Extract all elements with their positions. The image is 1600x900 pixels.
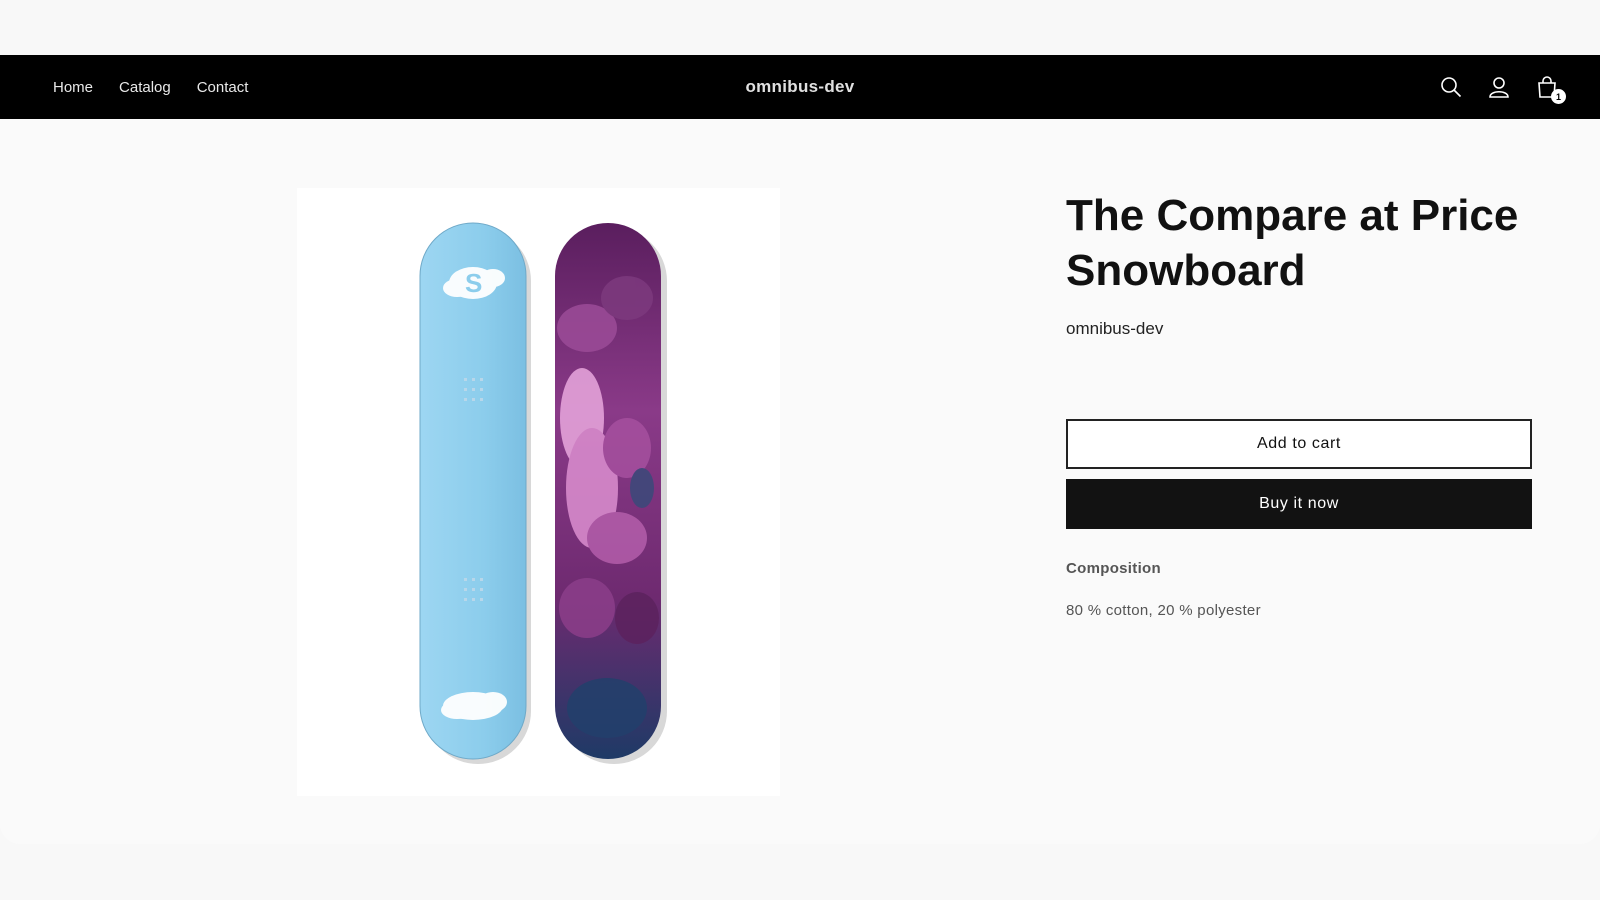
- snowboard-illustration: S: [419, 222, 667, 764]
- snowboard-blue: [419, 222, 527, 760]
- buy-now-button[interactable]: Buy it now: [1066, 479, 1532, 529]
- product-image[interactable]: S: [297, 188, 780, 796]
- header-icons: 1: [1438, 55, 1566, 119]
- account-icon[interactable]: [1486, 74, 1512, 100]
- search-icon[interactable]: [1438, 74, 1464, 100]
- composition-heading: Composition: [1066, 560, 1161, 577]
- product-vendor: omnibus-dev: [1066, 319, 1164, 338]
- cart-count-badge: 1: [1551, 89, 1566, 104]
- add-to-cart-button[interactable]: Add to cart: [1066, 419, 1532, 469]
- svg-text:S: S: [465, 268, 482, 298]
- composition-text: 80 % cotton, 20 % polyester: [1066, 602, 1261, 619]
- site-header: Home Catalog Contact omnibus-dev 1: [0, 55, 1600, 119]
- product-title: The Compare at Price Snowboard: [1066, 191, 1519, 295]
- product-info: The Compare at Price Snowboard omnibus-d…: [1066, 188, 1536, 619]
- store-logo[interactable]: omnibus-dev: [0, 55, 1600, 119]
- page-frame: Home Catalog Contact omnibus-dev 1 S The…: [0, 55, 1600, 844]
- cart-button[interactable]: 1: [1534, 74, 1566, 104]
